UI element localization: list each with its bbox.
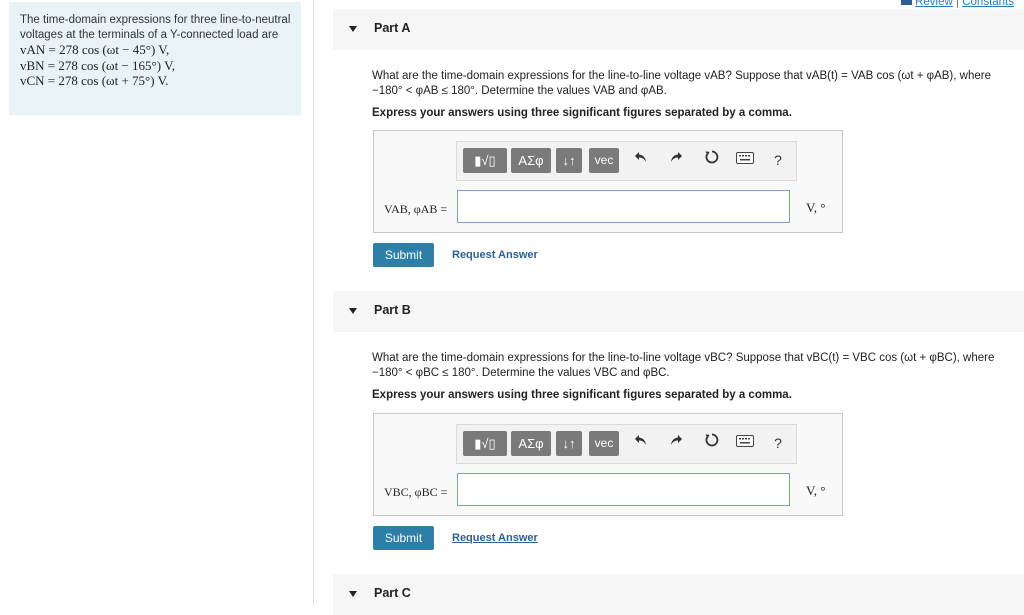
collapse-triangle-icon[interactable] [349,26,357,32]
reset-icon[interactable] [701,432,723,455]
help-icon[interactable]: ? [767,149,789,171]
part-b-answer-label: VBC, φBC = [384,485,448,499]
part-a-header[interactable]: Part A [333,9,1024,50]
part-b-title: Part B [374,303,411,317]
part-b-unit: V, ° [806,483,826,498]
part-b-question: What are the time-domain expressions for… [372,351,1024,381]
vector-button[interactable]: vec [589,431,619,456]
column-divider [313,0,314,605]
part-a-answer-label: VAB, φAB = [384,202,448,216]
part-a-question-line2: −180° < φAB ≤ 180°. Determine the values… [372,85,667,97]
redo-icon[interactable] [665,432,687,454]
math-toolbar: ▮√▯ ΑΣφ ↓↑ vec ? [456,424,797,464]
keyboard-icon[interactable] [734,432,756,454]
templates-button[interactable]: ▮√▯ [463,148,507,173]
subscript-superscript-button[interactable]: ↓↑ [556,148,582,173]
part-a-instruction: Express your answers using three signifi… [372,107,792,119]
part-a-submit-button[interactable]: Submit [373,243,434,267]
help-icon[interactable]: ? [767,432,789,454]
part-a-request-answer-link[interactable]: Request Answer [452,249,538,261]
subscript-superscript-button[interactable]: ↓↑ [556,431,582,456]
constants-link[interactable]: Constants [962,0,1014,8]
collapse-triangle-icon[interactable] [349,308,357,314]
equation-van: vAN = 278 cos (ωt − 45°) V, [20,42,170,57]
part-b-request-answer-link[interactable]: Request Answer [452,532,538,544]
part-a-unit: V, ° [806,200,826,215]
part-a-question-line1: What are the time-domain expressions for… [372,70,991,82]
problem-intro-text: The time-domain expressions for three li… [20,14,291,41]
part-b-header[interactable]: Part B [333,291,1024,332]
part-b-question-line1: What are the time-domain expressions for… [372,352,995,364]
greek-symbols-button[interactable]: ΑΣφ [511,148,551,173]
part-a-title: Part A [374,21,411,35]
problem-info-panel: The time-domain expressions for three li… [9,2,301,115]
part-c-header[interactable]: Part C [333,574,1024,615]
math-toolbar: ▮√▯ ΑΣφ ↓↑ vec ? [456,141,797,181]
part-b-answer-box: ▮√▯ ΑΣφ ↓↑ vec ? VBC, φBC = V, ° [373,413,843,516]
link-separator: | [956,0,960,8]
templates-button[interactable]: ▮√▯ [463,431,507,456]
keyboard-icon[interactable] [734,149,756,171]
part-a-answer-box: ▮√▯ ΑΣφ ↓↑ vec ? VAB, φAB = V, ° [373,130,843,233]
review-link[interactable]: Review [915,0,953,8]
review-constants-links: Review | Constants [901,0,1014,8]
part-b-answer-input[interactable] [457,473,790,506]
part-b-instruction: Express your answers using three signifi… [372,389,792,401]
collapse-triangle-icon[interactable] [349,591,357,597]
vector-button[interactable]: vec [589,148,619,173]
equation-vcn: vCN = 278 cos (ωt + 75°) V. [20,73,169,88]
equation-vbn: vBN = 278 cos (ωt − 165°) V, [20,57,176,73]
part-a-answer-input[interactable] [457,190,790,223]
review-icon [901,0,913,6]
part-b-question-line2: −180° < φBC ≤ 180°. Determine the values… [372,367,670,379]
undo-icon[interactable] [630,432,652,454]
reset-icon[interactable] [701,149,723,172]
redo-icon[interactable] [665,149,687,171]
greek-symbols-button[interactable]: ΑΣφ [511,431,551,456]
undo-icon[interactable] [630,149,652,171]
part-c-title: Part C [374,586,411,600]
part-b-submit-button[interactable]: Submit [373,526,434,550]
part-a-question: What are the time-domain expressions for… [372,69,1024,99]
